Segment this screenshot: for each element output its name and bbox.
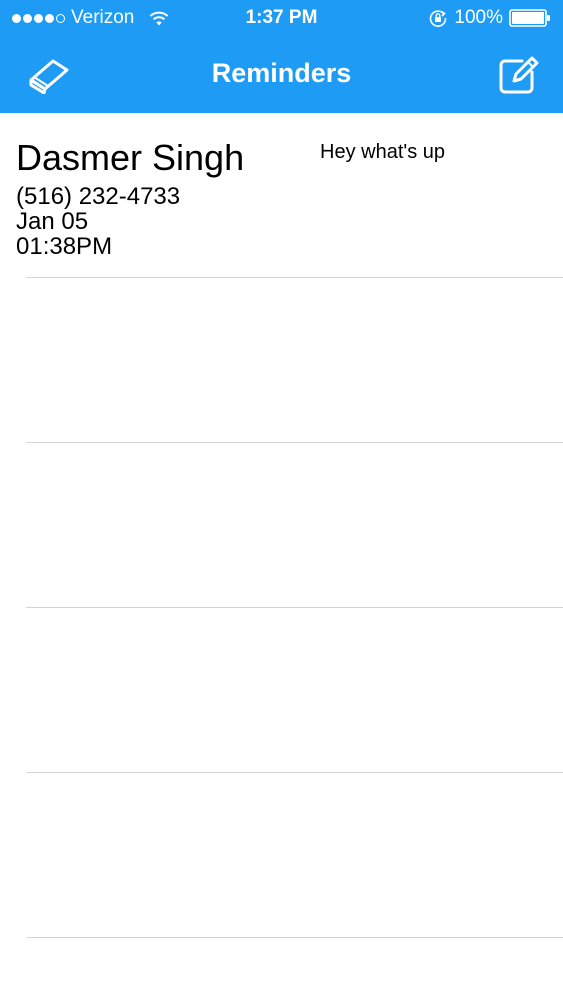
reminder-date: Jan 05 [16,208,89,235]
header: Verizon 1:37 PM 100% Reminders [0,0,563,113]
empty-row [0,773,563,938]
compose-icon [499,56,539,94]
contact-name: Dasmer Singh [16,137,245,178]
reminder-row[interactable]: Dasmer Singh (516) 232-4733 Jan 05 01:38… [0,113,563,278]
nav-bar: Reminders [0,42,563,108]
status-right: 100% [428,7,551,29]
empty-row [0,278,563,443]
contact-phone: (516) 232-4733 [16,183,181,210]
reminders-list: Dasmer Singh (516) 232-4733 Jan 05 01:38… [0,113,563,938]
empty-row [0,443,563,608]
page-title: Reminders [211,58,352,88]
rotation-lock-icon [430,10,447,27]
battery-icon [509,9,550,27]
compose-button[interactable] [495,52,541,96]
battery-label: 100% [454,7,503,28]
reminder-time: 01:38PM [16,233,113,260]
empty-row [0,608,563,773]
reminder-message: Hey what's up [320,141,445,163]
status-bar: Verizon 1:37 PM 100% [0,0,563,36]
